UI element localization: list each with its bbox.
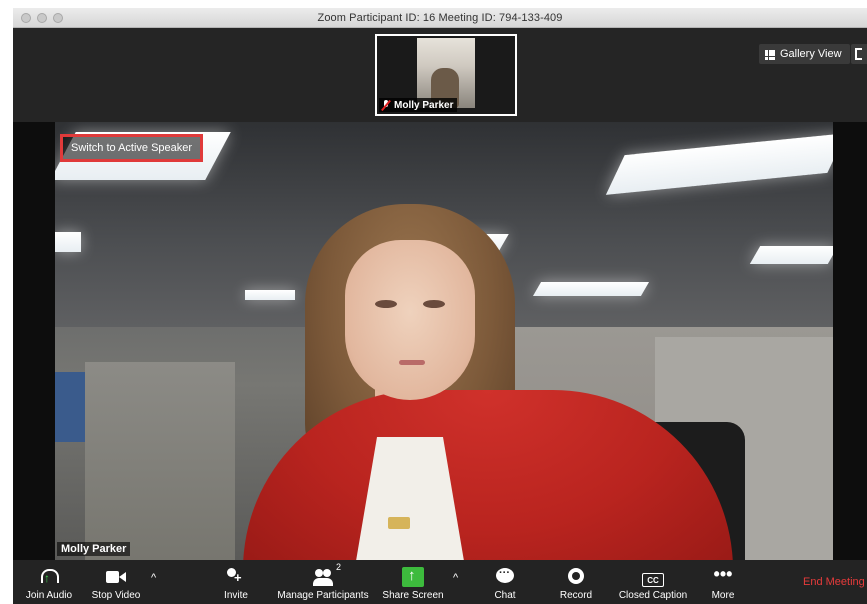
more-button[interactable]: ••• More <box>703 560 743 604</box>
record-button[interactable]: Record <box>553 560 599 604</box>
join-audio-button[interactable]: Join Audio <box>21 560 77 604</box>
more-dots-icon: ••• <box>713 564 733 584</box>
right-eye <box>423 300 445 308</box>
headphone-icon <box>38 567 60 587</box>
mouth <box>399 360 425 365</box>
closed-caption-label: Closed Caption <box>618 590 688 601</box>
manage-participants-button[interactable]: Manage Participants <box>271 560 375 604</box>
closed-caption-button[interactable]: CC Closed Caption <box>613 560 693 604</box>
thumbnail-strip: Molly Parker Gallery View <box>13 28 867 122</box>
fullscreen-button[interactable] <box>851 44 867 64</box>
stop-video-button[interactable]: Stop Video <box>87 560 145 604</box>
speaker-name-tag: Molly Parker <box>57 542 131 556</box>
chat-label: Chat <box>494 590 516 601</box>
add-person-icon <box>225 567 247 587</box>
record-label: Record <box>559 590 593 601</box>
cc-icon: CC <box>642 573 664 587</box>
end-meeting-button[interactable]: End Meeting <box>803 560 865 604</box>
chat-bubble-icon <box>494 567 516 587</box>
necklace-pendant <box>388 517 410 529</box>
share-screen-label: Share Screen <box>382 590 444 601</box>
mic-muted-icon <box>381 99 391 111</box>
person-face <box>345 240 475 400</box>
participant-thumbnail[interactable]: Molly Parker <box>375 34 517 116</box>
stop-video-label: Stop Video <box>91 590 141 601</box>
ceiling-light <box>749 246 833 264</box>
left-eye <box>375 300 397 308</box>
cubicle-wall <box>85 362 235 560</box>
meeting-toolbar: Join Audio Stop Video ^ Invite Manage Pa… <box>13 560 867 604</box>
participant-count-badge: 2 <box>336 562 342 572</box>
window-title: Zoom Participant ID: 16 Meeting ID: 794-… <box>317 11 563 24</box>
zoom-window: Zoom Participant ID: 16 Meeting ID: 794-… <box>13 8 867 604</box>
gallery-view-button[interactable]: Gallery View <box>759 44 850 64</box>
speaker-video-feed <box>55 122 833 560</box>
invite-button[interactable]: Invite <box>213 560 259 604</box>
share-options-chevron-icon[interactable]: ^ <box>453 572 458 584</box>
active-video-area: Switch to Active Speaker Molly Parker <box>13 122 867 560</box>
zoom-window-button[interactable] <box>53 13 63 23</box>
close-window-button[interactable] <box>21 13 31 23</box>
video-options-chevron-icon[interactable]: ^ <box>151 572 156 584</box>
record-icon <box>565 567 587 587</box>
minimize-window-button[interactable] <box>37 13 47 23</box>
ceiling-light <box>245 290 295 300</box>
thumbnail-participant-name: Molly Parker <box>394 99 454 111</box>
more-label: More <box>711 590 735 601</box>
grid-icon <box>765 49 775 60</box>
share-screen-button[interactable]: Share Screen <box>379 560 447 604</box>
manage-participants-label: Manage Participants <box>277 590 369 601</box>
participants-icon <box>312 567 334 587</box>
title-bar: Zoom Participant ID: 16 Meeting ID: 794-… <box>13 8 867 28</box>
switch-to-active-speaker-button[interactable]: Switch to Active Speaker <box>60 134 204 162</box>
video-camera-icon <box>105 567 127 587</box>
ceiling-light <box>55 232 81 252</box>
chat-button[interactable]: Chat <box>485 560 525 604</box>
join-audio-label: Join Audio <box>25 590 73 601</box>
share-screen-icon <box>402 567 424 587</box>
invite-label: Invite <box>224 590 248 601</box>
thumbnail-name-tag: Molly Parker <box>379 98 458 112</box>
ceiling-light <box>532 282 650 296</box>
window-controls <box>21 13 63 23</box>
gallery-view-label: Gallery View <box>780 48 842 60</box>
